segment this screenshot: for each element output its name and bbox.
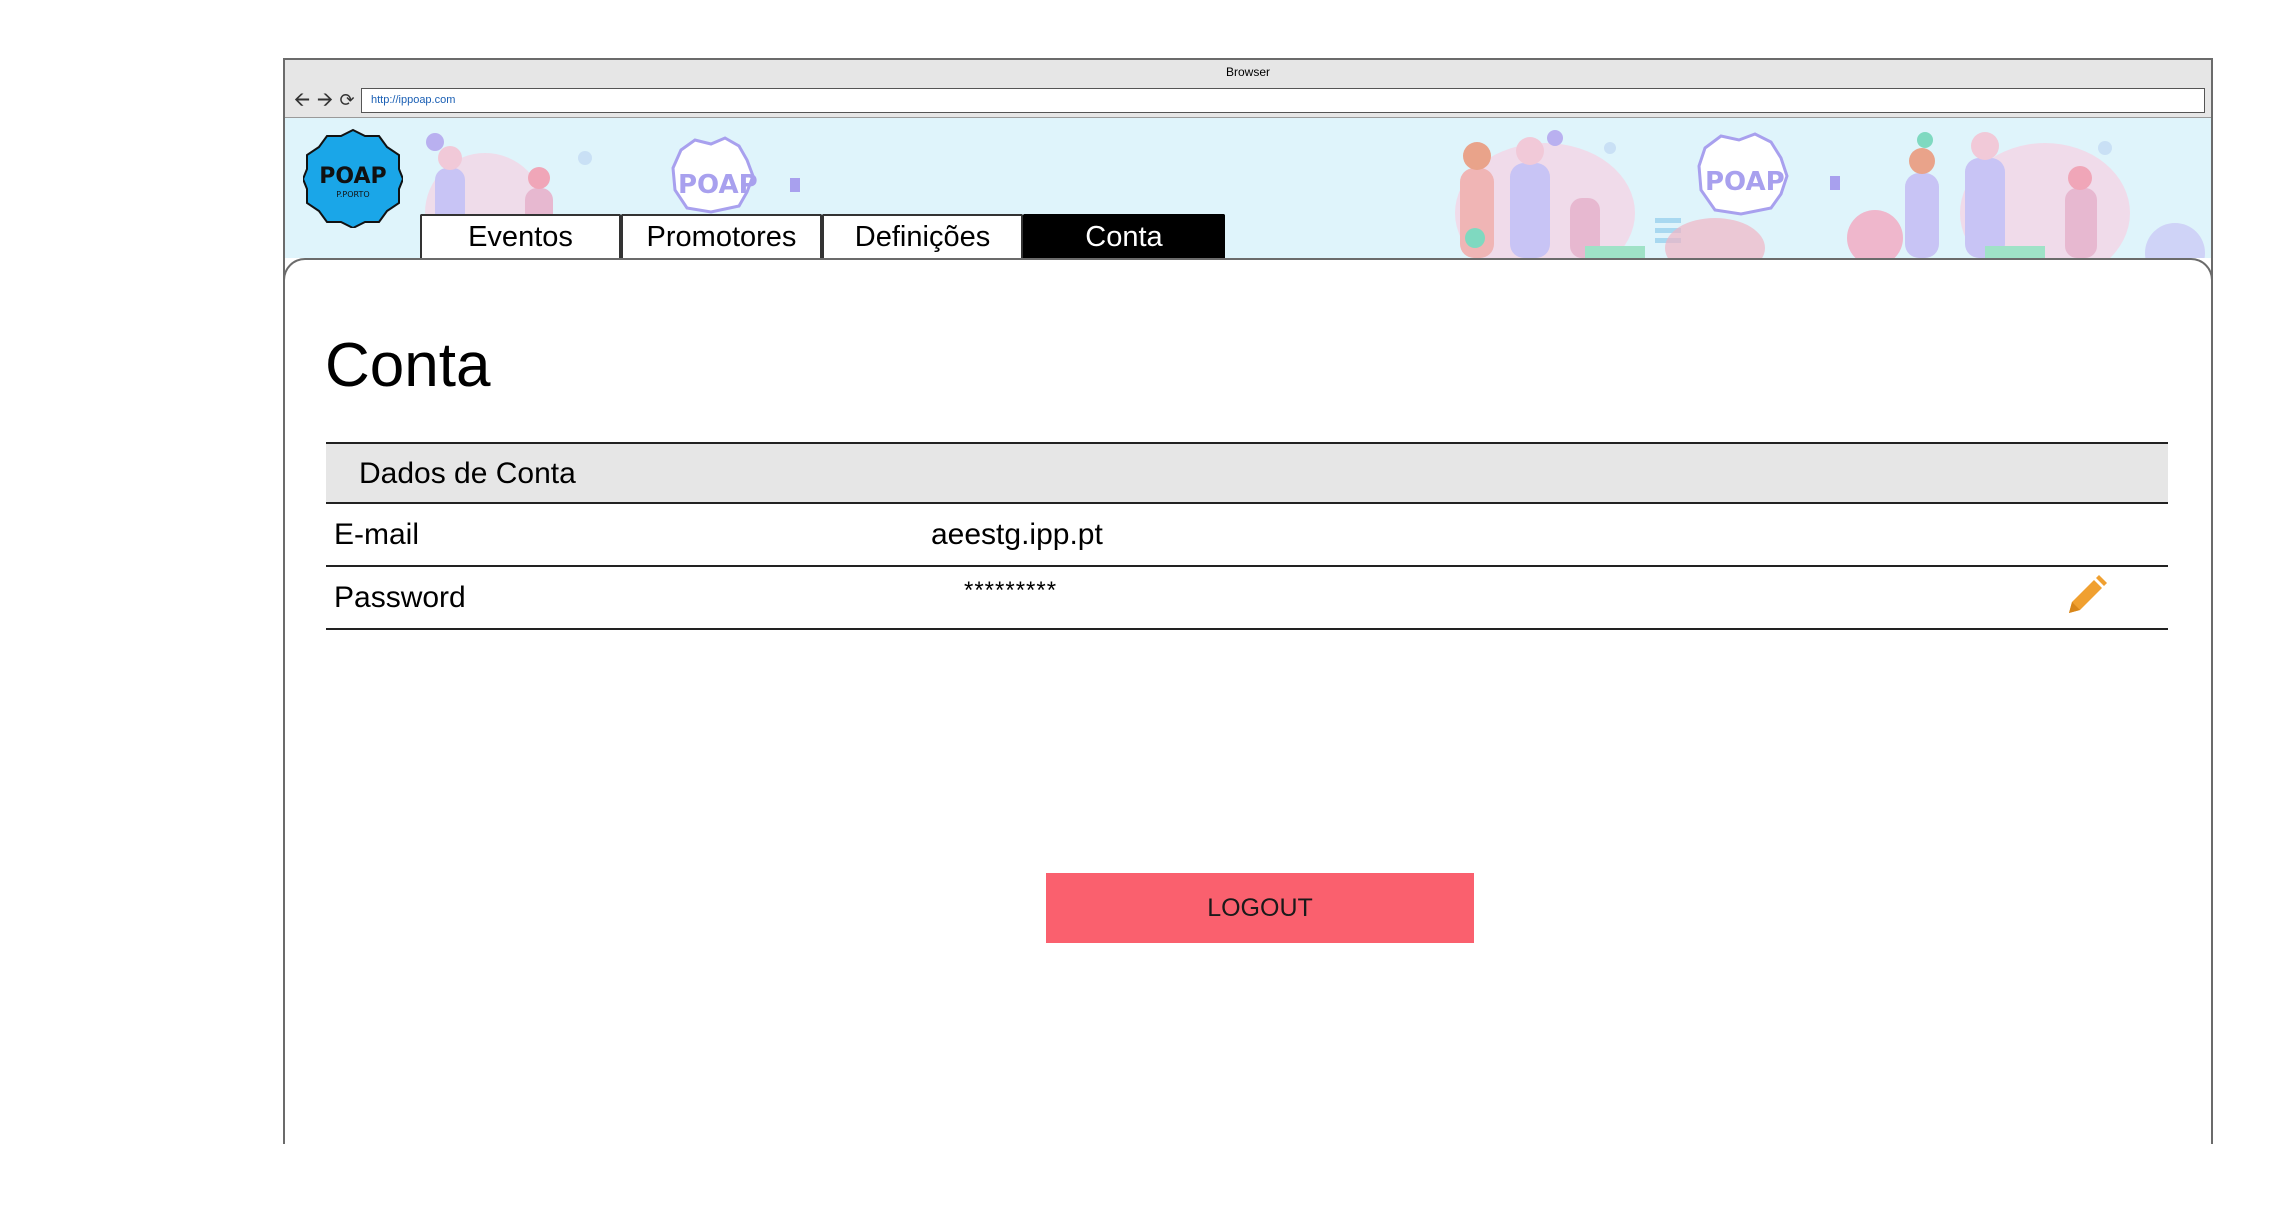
account-data-table: Dados de Conta E-mail aeestg.ipp.pt Pass… — [326, 442, 2168, 630]
password-label: Password — [334, 581, 466, 614]
arrow-right-icon[interactable]: 🡪 — [314, 89, 336, 111]
banner-poap-text: POAP — [678, 170, 758, 200]
window-titlebar: Browser — [285, 60, 2211, 84]
logout-button[interactable]: LOGOUT — [1046, 873, 1474, 943]
table-row-email: E-mail aeestg.ipp.pt — [326, 504, 2168, 567]
password-value: ********* — [964, 577, 1058, 604]
content-panel: Conta Dados de Conta E-mail aeestg.ipp.p… — [283, 258, 2213, 1144]
page-title: Conta — [325, 331, 491, 400]
section-header: Dados de Conta — [326, 442, 2168, 504]
email-value: aeestg.ipp.pt — [931, 518, 1103, 551]
tab-promotores[interactable]: Promotores — [621, 214, 822, 259]
email-label: E-mail — [334, 518, 420, 551]
window-title: Browser — [1225, 65, 1270, 79]
table-row-password: Password ********* — [326, 567, 2168, 630]
browser-window: Browser 🡨 🡪 ⟳ http://ippoap.com POAP POA… — [283, 58, 2213, 1144]
pencil-icon[interactable] — [2061, 573, 2109, 621]
tab-definicoes[interactable]: Definições — [822, 214, 1023, 259]
poap-logo[interactable]: POAP P.PORTO — [303, 128, 403, 228]
arrow-left-icon[interactable]: 🡨 — [291, 89, 313, 111]
browser-navbar: 🡨 🡪 ⟳ http://ippoap.com — [285, 84, 2211, 118]
tab-eventos[interactable]: Eventos — [420, 214, 621, 259]
svg-text:POAP: POAP — [1705, 167, 1785, 197]
logo-subtext: P.PORTO — [336, 190, 369, 199]
address-bar[interactable]: http://ippoap.com — [361, 88, 2205, 113]
reload-icon[interactable]: ⟳ — [336, 89, 358, 111]
logo-text: POAP — [319, 164, 386, 189]
tab-conta[interactable]: Conta — [1023, 214, 1225, 259]
